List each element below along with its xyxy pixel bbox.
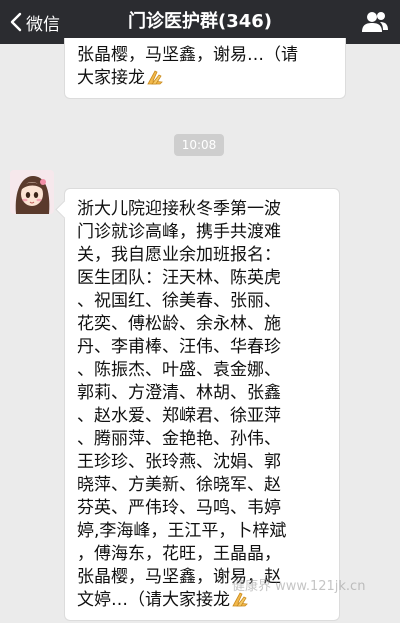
message-line: 大家接龙 — [77, 68, 145, 88]
message-line: 郭莉、方澄清、林胡、张鑫 — [77, 383, 281, 403]
message-line: 王珍珍、张玲燕、沈娟、郭 — [77, 452, 281, 472]
message-line: 花奕、傅松龄、余永林、施 — [77, 314, 281, 334]
message-line: 医生团队：汪天林、陈英虎 — [77, 268, 281, 288]
message-line: 文婷…（请大家接龙 — [77, 590, 230, 610]
message-line: 丹、李甫棒、汪伟、华春珍 — [77, 337, 281, 357]
back-button[interactable]: 微信 — [10, 0, 60, 44]
message-line: 浙大儿院迎接秋冬季第一波 — [77, 199, 281, 219]
message-line: ，傅海东，花旺，王晶晶， — [77, 544, 281, 564]
message-line: 、赵水爱、郑嵘君、徐亚萍 — [77, 406, 281, 426]
message-line: 门诊就诊高峰，携手共渡难 — [77, 222, 281, 242]
message-line: 、腾丽萍、金艳艳、孙伟、 — [77, 429, 281, 449]
cartoon-girl-avatar[interactable] — [10, 170, 54, 214]
message-line: 婷,李海峰，王江平，卜梓斌 — [77, 521, 287, 541]
message-line: 张晶樱，马坚鑫，谢易，赵 — [77, 567, 281, 587]
message-bubble[interactable]: 浙大儿院迎接秋冬季第一波 门诊就诊高峰，携手共渡难 关，我自愿业余加班报名： 医… — [64, 188, 340, 621]
message-line: 、陈振杰、叶盛、袁金娜、 — [77, 360, 281, 380]
chat-title: 门诊医护群(346) — [127, 11, 273, 32]
back-label: 微信 — [26, 14, 60, 35]
message-line: 关，我自愿业余加班报名： — [77, 245, 281, 265]
message-line: 张晶樱，马坚鑫，谢易…（请 — [77, 45, 298, 65]
message-bubble[interactable]: 张晶樱，马坚鑫，谢易…（请 大家接龙 — [64, 38, 346, 99]
group-members-icon[interactable] — [362, 10, 388, 34]
praying-hands-emoji — [147, 70, 163, 85]
message-line: 芬英、严伟玲、马鸣、韦婷 — [77, 498, 281, 518]
chevron-left-icon — [10, 12, 22, 32]
praying-hands-emoji — [232, 592, 248, 607]
time-stamp: 10:08 — [174, 134, 224, 156]
message-line: 晓萍、方美新、徐晓军、赵 — [77, 475, 281, 495]
message-line: 、祝国红、徐美春、张丽、 — [77, 291, 281, 311]
